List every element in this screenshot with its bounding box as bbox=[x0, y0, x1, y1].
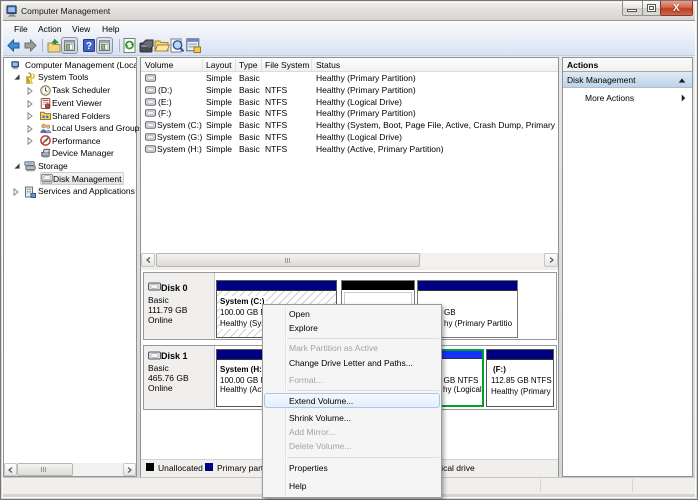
svg-text:?: ? bbox=[86, 41, 92, 52]
